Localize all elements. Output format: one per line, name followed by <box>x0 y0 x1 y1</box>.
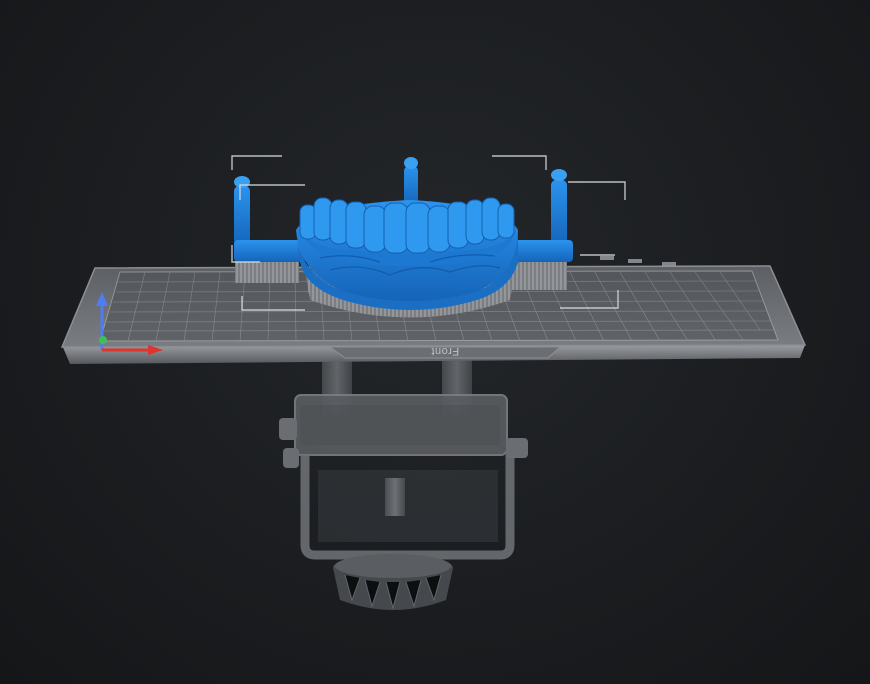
front-label: Front <box>431 345 459 357</box>
plate-markers <box>600 256 676 266</box>
build-plate-mount <box>279 355 528 610</box>
3d-viewport[interactable]: Front <box>0 0 870 684</box>
print-scene[interactable]: Front <box>0 0 870 684</box>
